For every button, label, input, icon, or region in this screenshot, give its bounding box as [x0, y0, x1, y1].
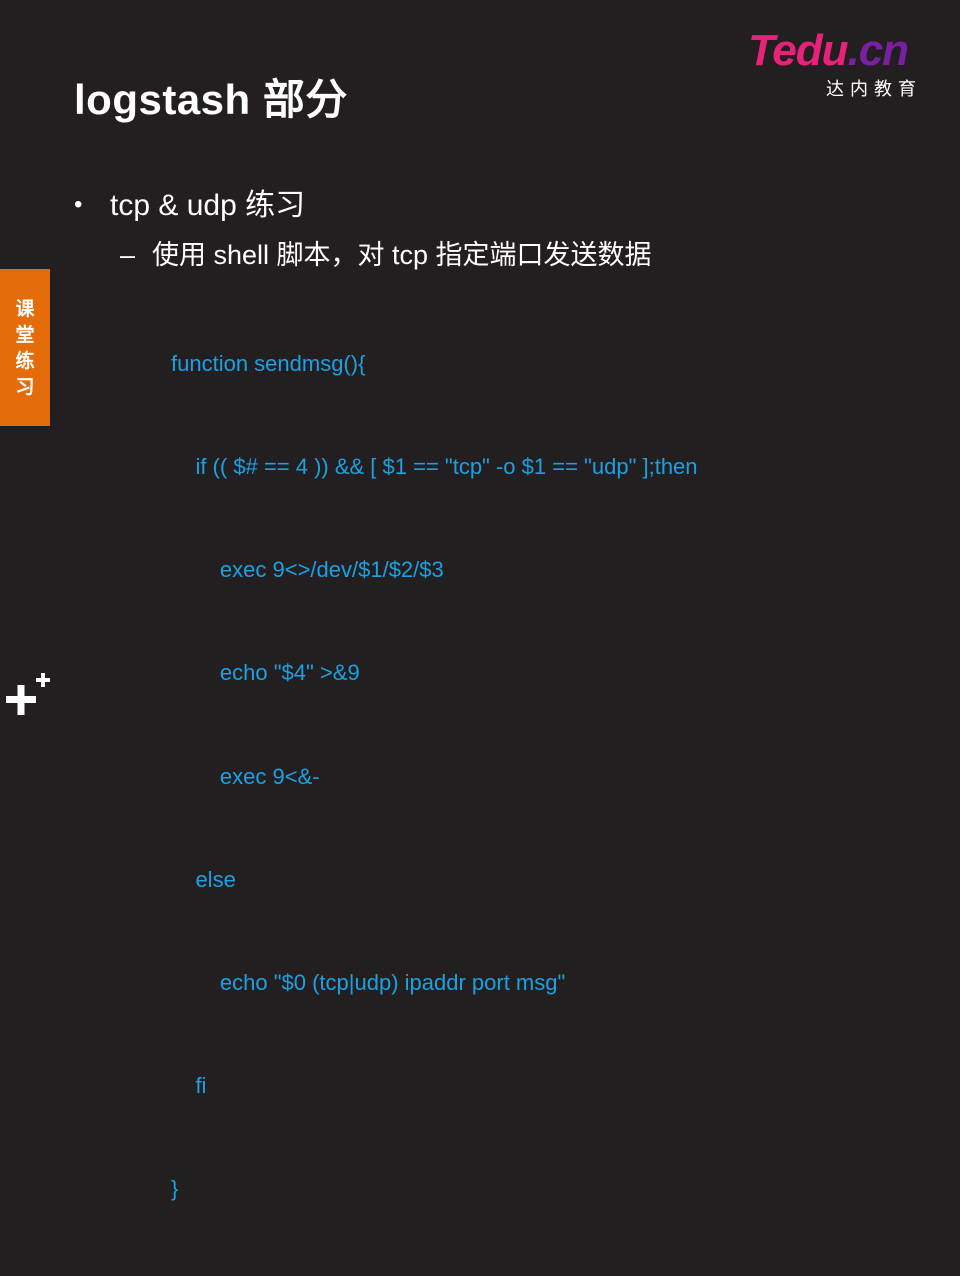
- code-line: else: [171, 866, 236, 892]
- classroom-practice-tab: 课 堂 练 习: [0, 269, 50, 426]
- bullet-2-text: 使用 shell 脚本，对 tcp 指定端口发送数据: [152, 240, 652, 270]
- code-line: if (( $# == 4 )) && [ $1 == "tcp" -o $1 …: [171, 454, 698, 480]
- code-line: fi: [171, 1073, 207, 1099]
- bullet-dash-icon: –: [120, 240, 136, 270]
- bullet-level-2: – 使用 shell 脚本，对 tcp 指定端口发送数据: [120, 233, 652, 272]
- code-line: exec 9<>/dev/$1/$2/$3: [171, 557, 444, 583]
- code-line: }: [171, 1176, 179, 1202]
- code-block: function sendmsg(){ if (( $# == 4 )) && …: [171, 278, 698, 1276]
- bullet-level-1: • tcp & udp 练习: [74, 180, 305, 224]
- bullet-dot-icon: •: [74, 191, 83, 218]
- logo-subtitle: 达内教育: [826, 79, 922, 99]
- code-line: echo "$4" >&9: [171, 660, 360, 686]
- plus-icon: [6, 671, 52, 715]
- slide: logstash 部分 Tedu.cn 达内教育 • tcp & udp 练习 –…: [0, 0, 960, 1201]
- slide-title: logstash 部分: [74, 76, 348, 123]
- side-tab-label: 课 堂 练 习: [15, 299, 35, 398]
- tedu-logo: Tedu.cn 达内教育: [748, 26, 928, 100]
- logo-wordmark: Tedu.cn: [748, 26, 909, 75]
- code-line: function sendmsg(){: [171, 350, 366, 376]
- code-line: exec 9<&-: [171, 763, 320, 789]
- code-line: echo "$0 (tcp|udp) ipaddr port msg": [171, 970, 566, 996]
- bullet-1-text: tcp & udp 练习: [110, 189, 306, 222]
